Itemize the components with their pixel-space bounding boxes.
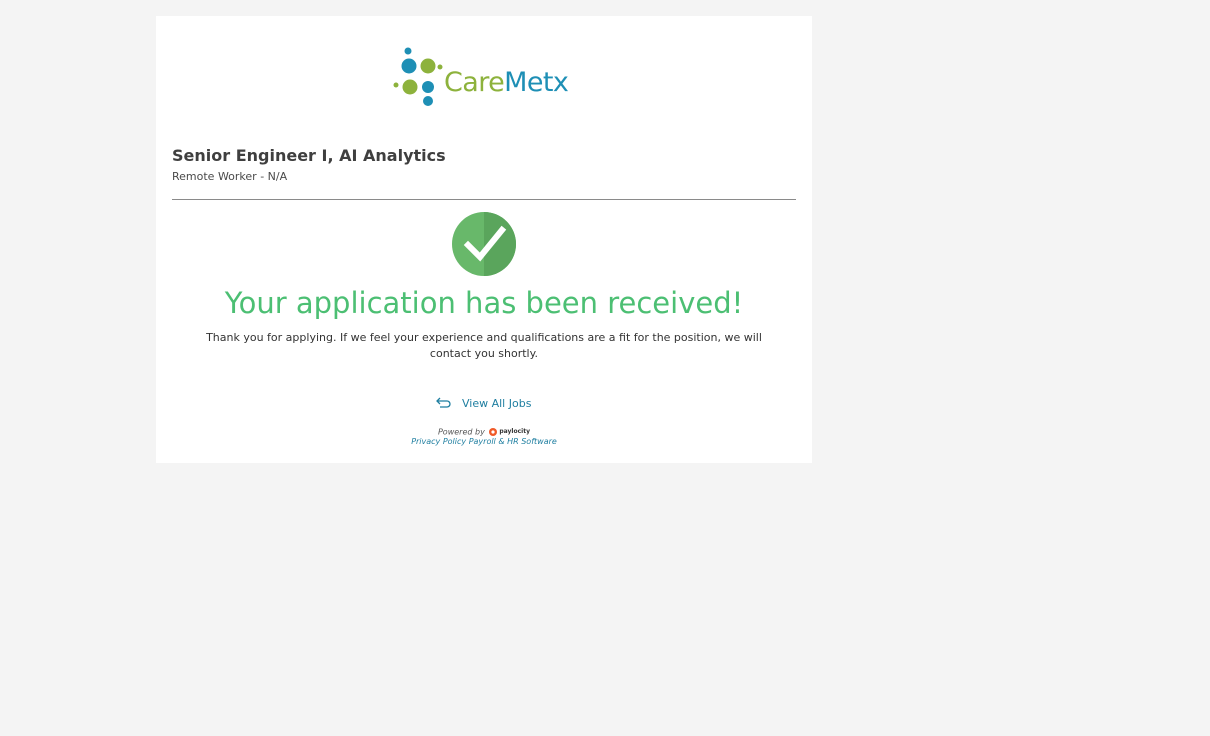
view-all-jobs-label: View All Jobs xyxy=(462,396,532,410)
divider xyxy=(172,199,796,200)
application-confirmation-card: CareMetx Senior Engineer I, AI Analytics… xyxy=(156,16,812,463)
checkmark-circle-icon xyxy=(452,212,516,276)
view-all-jobs-link[interactable]: View All Jobs xyxy=(436,393,531,413)
paylocity-logo-text: paylocity xyxy=(499,428,531,435)
paylocity-icon xyxy=(489,428,498,436)
job-location: Remote Worker - N/A xyxy=(172,170,288,183)
powered-by-label: Powered by xyxy=(437,427,485,437)
confirmation-heading: Your application has been received! xyxy=(224,286,744,320)
privacy-policy-link[interactable]: Privacy Policy xyxy=(411,437,466,446)
logo-text-metx: Metx xyxy=(504,67,569,98)
company-logo: CareMetx xyxy=(392,46,582,108)
payroll-hr-software-link[interactable]: Payroll & HR Software xyxy=(469,437,557,446)
powered-by: Powered by paylocity xyxy=(156,427,812,438)
footer-links: Privacy Policy Payroll & HR Software xyxy=(156,437,812,447)
confirmation-message: Thank you for applying. If we feel your … xyxy=(206,331,762,360)
return-arrow-icon xyxy=(436,397,451,408)
logo-text-care: Care xyxy=(444,67,505,98)
paylocity-logo[interactable]: paylocity xyxy=(489,427,530,437)
job-title: Senior Engineer I, AI Analytics xyxy=(172,146,446,165)
